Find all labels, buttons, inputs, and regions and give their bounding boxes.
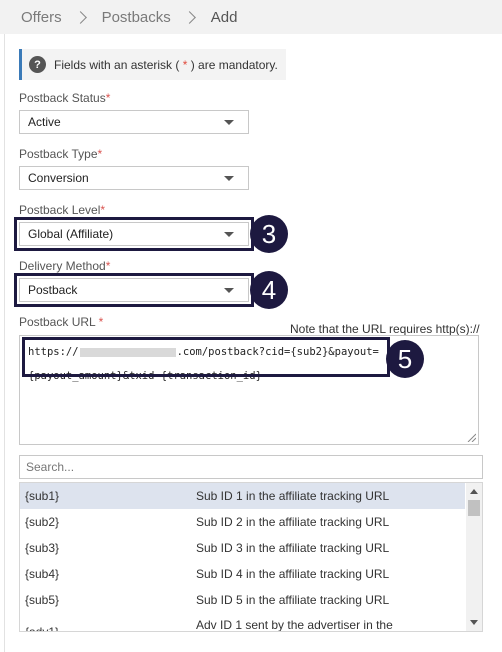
scroll-down-icon[interactable]	[470, 620, 478, 625]
token-row-sub2[interactable]: {sub2} Sub ID 2 in the affiliate trackin…	[20, 509, 465, 535]
chevron-down-icon	[224, 176, 234, 181]
token-key: {adv1}	[25, 625, 60, 632]
token-description: Sub ID 1 in the affiliate tracking URL	[196, 489, 390, 503]
highlight-box-4	[14, 273, 254, 307]
token-description: Sub ID 4 in the affiliate tracking URL	[196, 567, 390, 581]
token-list-scrollbar[interactable]	[466, 483, 482, 631]
chevron-right-icon	[73, 10, 87, 24]
delivery-method-label: Delivery Method*	[19, 259, 111, 273]
step-badge-5: 5	[386, 340, 424, 378]
chevron-down-icon	[224, 120, 234, 125]
breadcrumb-add: Add	[210, 8, 238, 26]
highlight-box-3	[14, 217, 254, 251]
scroll-up-icon[interactable]	[470, 489, 478, 494]
highlight-box-5	[22, 337, 390, 377]
scrollbar-thumb[interactable]	[468, 500, 480, 516]
postback-type-select[interactable]: Conversion	[19, 166, 249, 190]
page-divider	[4, 34, 5, 652]
step-badge-3: 3	[250, 215, 288, 253]
postback-level-label: Postback Level*	[19, 203, 106, 217]
token-description: Sub ID 5 in the affiliate tracking URL	[196, 593, 390, 607]
postback-type-label: Postback Type*	[19, 147, 103, 161]
token-key: {sub4}	[25, 567, 60, 581]
token-description: Sub ID 2 in the affiliate tracking URL	[196, 515, 390, 529]
url-requirement-note: Note that the URL requires http(s)://	[290, 322, 480, 336]
token-key: {sub3}	[25, 541, 60, 555]
token-description: Sub ID 3 in the affiliate tracking URL	[196, 541, 390, 555]
postback-status-select[interactable]: Active	[19, 110, 249, 134]
token-row-sub1[interactable]: {sub1} Sub ID 1 in the affiliate trackin…	[20, 483, 465, 509]
postback-type-value: Conversion	[28, 171, 89, 185]
token-description: Adv ID 1 sent by the advertiser in the	[196, 618, 393, 632]
breadcrumb-postbacks[interactable]: Postbacks	[102, 9, 171, 26]
token-key: {sub5}	[25, 593, 60, 607]
breadcrumb-offers[interactable]: Offers	[21, 9, 62, 26]
postback-status-value: Active	[28, 115, 61, 129]
token-row-sub5[interactable]: {sub5} Sub ID 5 in the affiliate trackin…	[20, 587, 465, 613]
token-row-adv1[interactable]: {adv1} Adv ID 1 sent by the advertiser i…	[20, 613, 465, 632]
question-icon: ?	[29, 56, 46, 73]
token-row-sub3[interactable]: {sub3} Sub ID 3 in the affiliate trackin…	[20, 535, 465, 561]
breadcrumb: Offers Postbacks Add	[0, 0, 502, 34]
postback-status-label: Postback Status*	[19, 91, 111, 105]
chevron-right-icon	[182, 10, 196, 24]
resize-handle-icon[interactable]	[467, 433, 476, 442]
token-key: {sub1}	[25, 489, 60, 503]
notice-text: Fields with an asterisk ( * ) are mandat…	[54, 57, 278, 72]
step-badge-4: 4	[250, 271, 288, 309]
postback-url-label: Postback URL *	[19, 315, 104, 329]
token-key: {sub2}	[25, 515, 60, 529]
token-search-input[interactable]	[19, 455, 483, 479]
token-list: {sub1} Sub ID 1 in the affiliate trackin…	[19, 482, 483, 632]
token-row-sub4[interactable]: {sub4} Sub ID 4 in the affiliate trackin…	[20, 561, 465, 587]
mandatory-notice: ? Fields with an asterisk ( * ) are mand…	[19, 49, 286, 80]
